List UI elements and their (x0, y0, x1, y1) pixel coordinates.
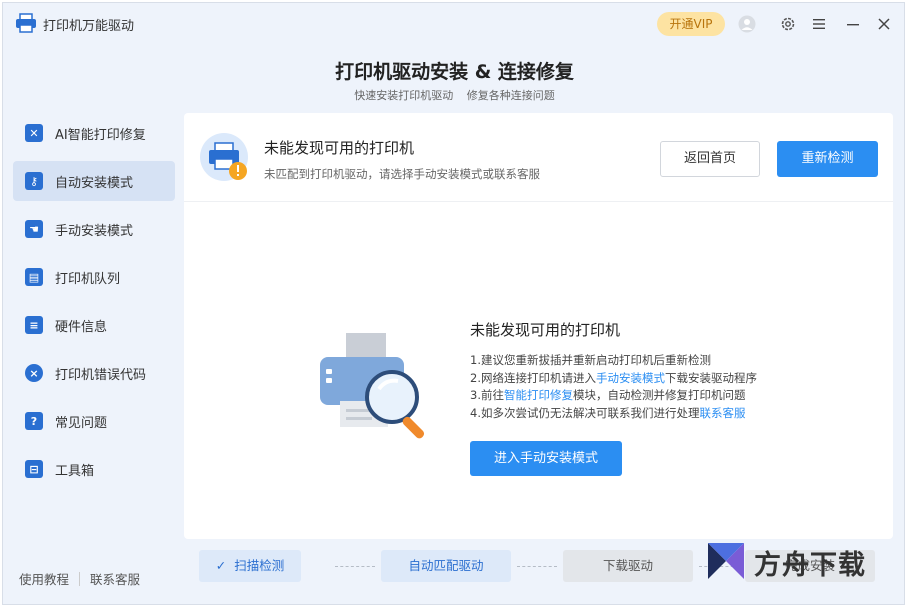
sidebar-item-label: 手动安装模式 (55, 223, 134, 239)
app-title: 打印机万能驱动 (43, 19, 135, 34)
main-panel: 未能发现可用的打印机 未匹配到打印机驱动，请选择手动安装模式或联系客服 返回首页… (184, 113, 893, 539)
help-title: 未能发现可用的打印机 (470, 321, 621, 339)
footer-divider (79, 571, 81, 586)
sidebar-item-label: 工具箱 (55, 463, 95, 479)
help-line-3: 3.前往智能打印修复模块，自动检测并修复打印机问题 (470, 387, 757, 405)
step-download-driver: 下载驱动 (563, 550, 693, 582)
printer-warning-icon (200, 133, 248, 181)
title-bar: 打印机万能驱动 开通VIP (3, 3, 904, 45)
page-subtitle: 快速安装打印机驱动 修复各种连接问题 (3, 87, 904, 103)
sidebar-footer: 使用教程 联系客服 (19, 569, 140, 588)
help-text: 2.网络连接打印机请进入 (470, 370, 596, 385)
vip-button[interactable]: 开通VIP (657, 12, 725, 36)
sidebar-item-label: 常见问题 (55, 415, 108, 431)
recheck-button[interactable]: 重新检测 (777, 141, 878, 177)
app-window: 打印机万能驱动 开通VIP 打印机驱动安装 & 连接修复 快速安装打印机驱动 修… (2, 2, 905, 605)
notice-bar: 未能发现可用的打印机 未匹配到打印机驱动，请选择手动安装模式或联系客服 返回首页… (184, 113, 893, 202)
sidebar: ✕ AI智能打印修复 ⚷ 自动安装模式 ☚ 手动安装模式 ▤ 打印机队列 ≡ 硬… (13, 113, 175, 497)
menu-icon[interactable] (810, 14, 830, 34)
question-icon: ? (25, 412, 43, 430)
sidebar-item-auto-install[interactable]: ⚷ 自动安装模式 (13, 161, 175, 201)
subtitle-right: 修复各种连接问题 (466, 89, 555, 102)
sidebar-item-label: 打印机队列 (55, 271, 121, 287)
notice-title: 未能发现可用的打印机 (264, 139, 415, 157)
support-link[interactable]: 联系客服 (90, 569, 140, 588)
step-label: 自动匹配驱动 (408, 558, 484, 573)
help-text: 下载安装驱动程序 (664, 370, 757, 385)
tutorial-link[interactable]: 使用教程 (19, 569, 69, 588)
check-icon: ✓ (215, 558, 227, 573)
toolbox-icon: ⊟ (25, 460, 43, 478)
minimize-icon[interactable] (843, 14, 863, 34)
watermark-text: 方舟下载 (754, 550, 866, 581)
sidebar-item-ai-repair[interactable]: ✕ AI智能打印修复 (13, 113, 175, 153)
help-line-2: 2.网络连接打印机请进入手动安装模式下载安装驱动程序 (470, 370, 757, 388)
help-line-4: 4.如多次尝试仍无法解决可联系我们进行处理联系客服 (470, 405, 757, 423)
printer-search-illustration (320, 333, 425, 439)
sidebar-item-hardware-info[interactable]: ≡ 硬件信息 (13, 305, 175, 345)
error-icon: × (25, 364, 43, 382)
help-text: 4.如多次尝试仍无法解决可联系我们进行处理 (470, 405, 700, 420)
help-line-1: 1.建议您重新拔插并重新启动打印机后重新检测 (470, 353, 711, 367)
help-text: 模块，自动检测并修复打印机问题 (572, 388, 746, 402)
key-icon: ⚷ (25, 172, 43, 190)
user-avatar-icon[interactable] (737, 14, 757, 34)
sidebar-item-faq[interactable]: ? 常见问题 (13, 401, 175, 441)
step-connector (335, 566, 375, 567)
subtitle-left: 快速安装打印机驱动 (354, 89, 454, 102)
manual-install-link[interactable]: 手动安装模式 (596, 371, 665, 385)
watermark-logo-icon (708, 543, 744, 579)
sidebar-item-label: AI智能打印修复 (55, 127, 146, 143)
return-home-button[interactable]: 返回首页 (660, 141, 760, 177)
printer-icon: ▤ (25, 268, 43, 286)
sidebar-item-label: 打印机错误代码 (55, 367, 147, 383)
help-text: 3.前往 (470, 388, 504, 402)
settings-gear-icon[interactable] (778, 14, 798, 34)
sidebar-item-toolbox[interactable]: ⊟ 工具箱 (13, 449, 175, 489)
enter-manual-install-button[interactable]: 进入手动安装模式 (470, 441, 622, 476)
contact-support-link[interactable]: 联系客服 (699, 406, 745, 420)
wrench-icon: ✕ (25, 124, 43, 142)
step-connector (517, 566, 557, 567)
step-label: 扫描检测 (234, 558, 285, 573)
sidebar-item-label: 自动安装模式 (55, 175, 134, 191)
watermark: 方舟下载 (706, 539, 886, 583)
close-icon[interactable] (874, 14, 894, 34)
smart-repair-link[interactable]: 智能打印修复 (504, 388, 573, 402)
sidebar-item-error-codes[interactable]: × 打印机错误代码 (13, 353, 175, 393)
page-title: 打印机驱动安装 & 连接修复 (335, 61, 574, 83)
step-match-driver: 自动匹配驱动 (381, 550, 511, 582)
help-section: 未能发现可用的打印机 1.建议您重新拔插并重新启动打印机后重新检测 2.网络连接… (470, 319, 757, 422)
sidebar-item-manual-install[interactable]: ☚ 手动安装模式 (13, 209, 175, 249)
step-scan: ✓ 扫描检测 (199, 550, 301, 582)
sidebar-item-label: 硬件信息 (55, 319, 108, 335)
list-icon: ≡ (25, 316, 43, 334)
printer-logo-icon (16, 13, 36, 33)
step-label: 下载驱动 (602, 558, 653, 573)
hand-icon: ☚ (25, 220, 43, 238)
notice-subtitle: 未匹配到打印机驱动，请选择手动安装模式或联系客服 (264, 167, 540, 181)
sidebar-item-printer-queue[interactable]: ▤ 打印机队列 (13, 257, 175, 297)
